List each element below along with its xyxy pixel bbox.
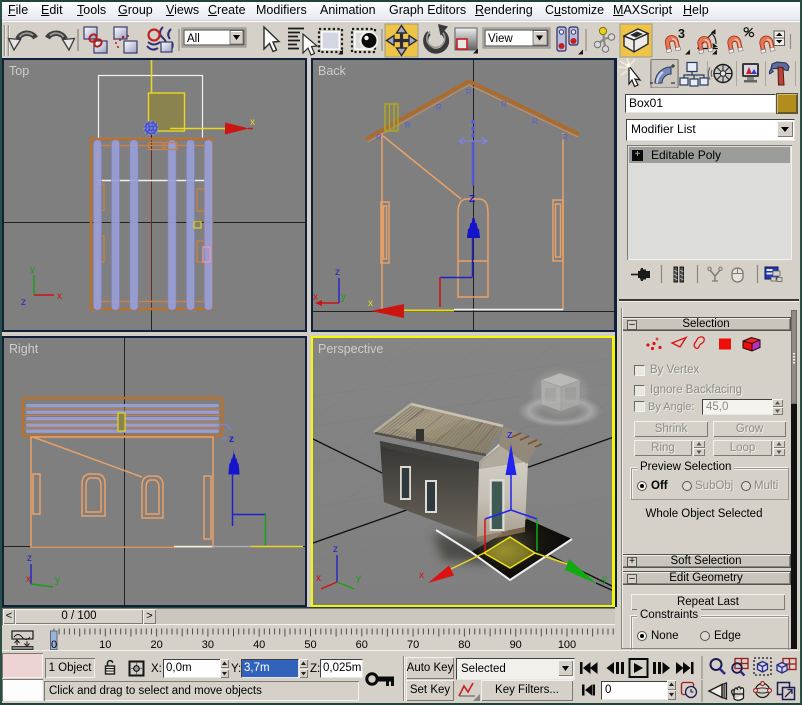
svg-text:Top: Top bbox=[9, 64, 29, 78]
svg-text:70: 70 bbox=[407, 639, 419, 650]
svg-text:x: x bbox=[313, 292, 318, 303]
svg-text:3: 3 bbox=[678, 27, 685, 41]
svg-text:z: z bbox=[335, 267, 340, 278]
svg-text:x: x bbox=[57, 291, 62, 302]
svg-text:Right: Right bbox=[9, 342, 39, 356]
svg-text:R: R bbox=[562, 133, 568, 142]
svg-text:View: View bbox=[488, 33, 513, 45]
svg-text:R: R bbox=[376, 133, 382, 142]
svg-text:z: z bbox=[27, 553, 32, 564]
svg-text:Z: Z bbox=[469, 194, 475, 205]
svg-text:z: z bbox=[333, 544, 338, 555]
svg-text:R: R bbox=[466, 88, 472, 97]
svg-text:All: All bbox=[187, 33, 200, 45]
svg-text:x: x bbox=[316, 573, 321, 584]
svg-text:x: x bbox=[26, 574, 31, 585]
svg-text:Back: Back bbox=[318, 64, 347, 78]
svg-text:0: 0 bbox=[51, 639, 57, 650]
svg-text:y: y bbox=[30, 264, 35, 275]
svg-text:20: 20 bbox=[150, 639, 162, 650]
svg-text:x: x bbox=[250, 117, 255, 128]
svg-text:R: R bbox=[532, 117, 538, 126]
svg-text:z: z bbox=[229, 434, 234, 445]
svg-text:R: R bbox=[405, 121, 411, 130]
svg-text:90: 90 bbox=[510, 639, 522, 650]
svg-text:50: 50 bbox=[304, 639, 316, 650]
svg-text:Perspective: Perspective bbox=[318, 342, 383, 356]
svg-text:x: x bbox=[419, 570, 424, 581]
svg-text:y: y bbox=[341, 292, 346, 303]
svg-text:z: z bbox=[507, 429, 513, 441]
svg-text:30: 30 bbox=[202, 639, 214, 650]
svg-text:z: z bbox=[21, 297, 26, 308]
svg-text:x: x bbox=[368, 298, 373, 309]
svg-text:80: 80 bbox=[458, 639, 470, 650]
svg-text:100: 100 bbox=[558, 639, 576, 650]
svg-text:60: 60 bbox=[356, 639, 368, 650]
svg-text:y: y bbox=[55, 575, 60, 586]
svg-text:R: R bbox=[501, 100, 507, 109]
svg-text:y: y bbox=[602, 574, 607, 585]
svg-text:40: 40 bbox=[253, 639, 265, 650]
svg-text:y: y bbox=[356, 573, 361, 584]
svg-text:R: R bbox=[436, 103, 442, 112]
svg-text:10: 10 bbox=[99, 639, 111, 650]
